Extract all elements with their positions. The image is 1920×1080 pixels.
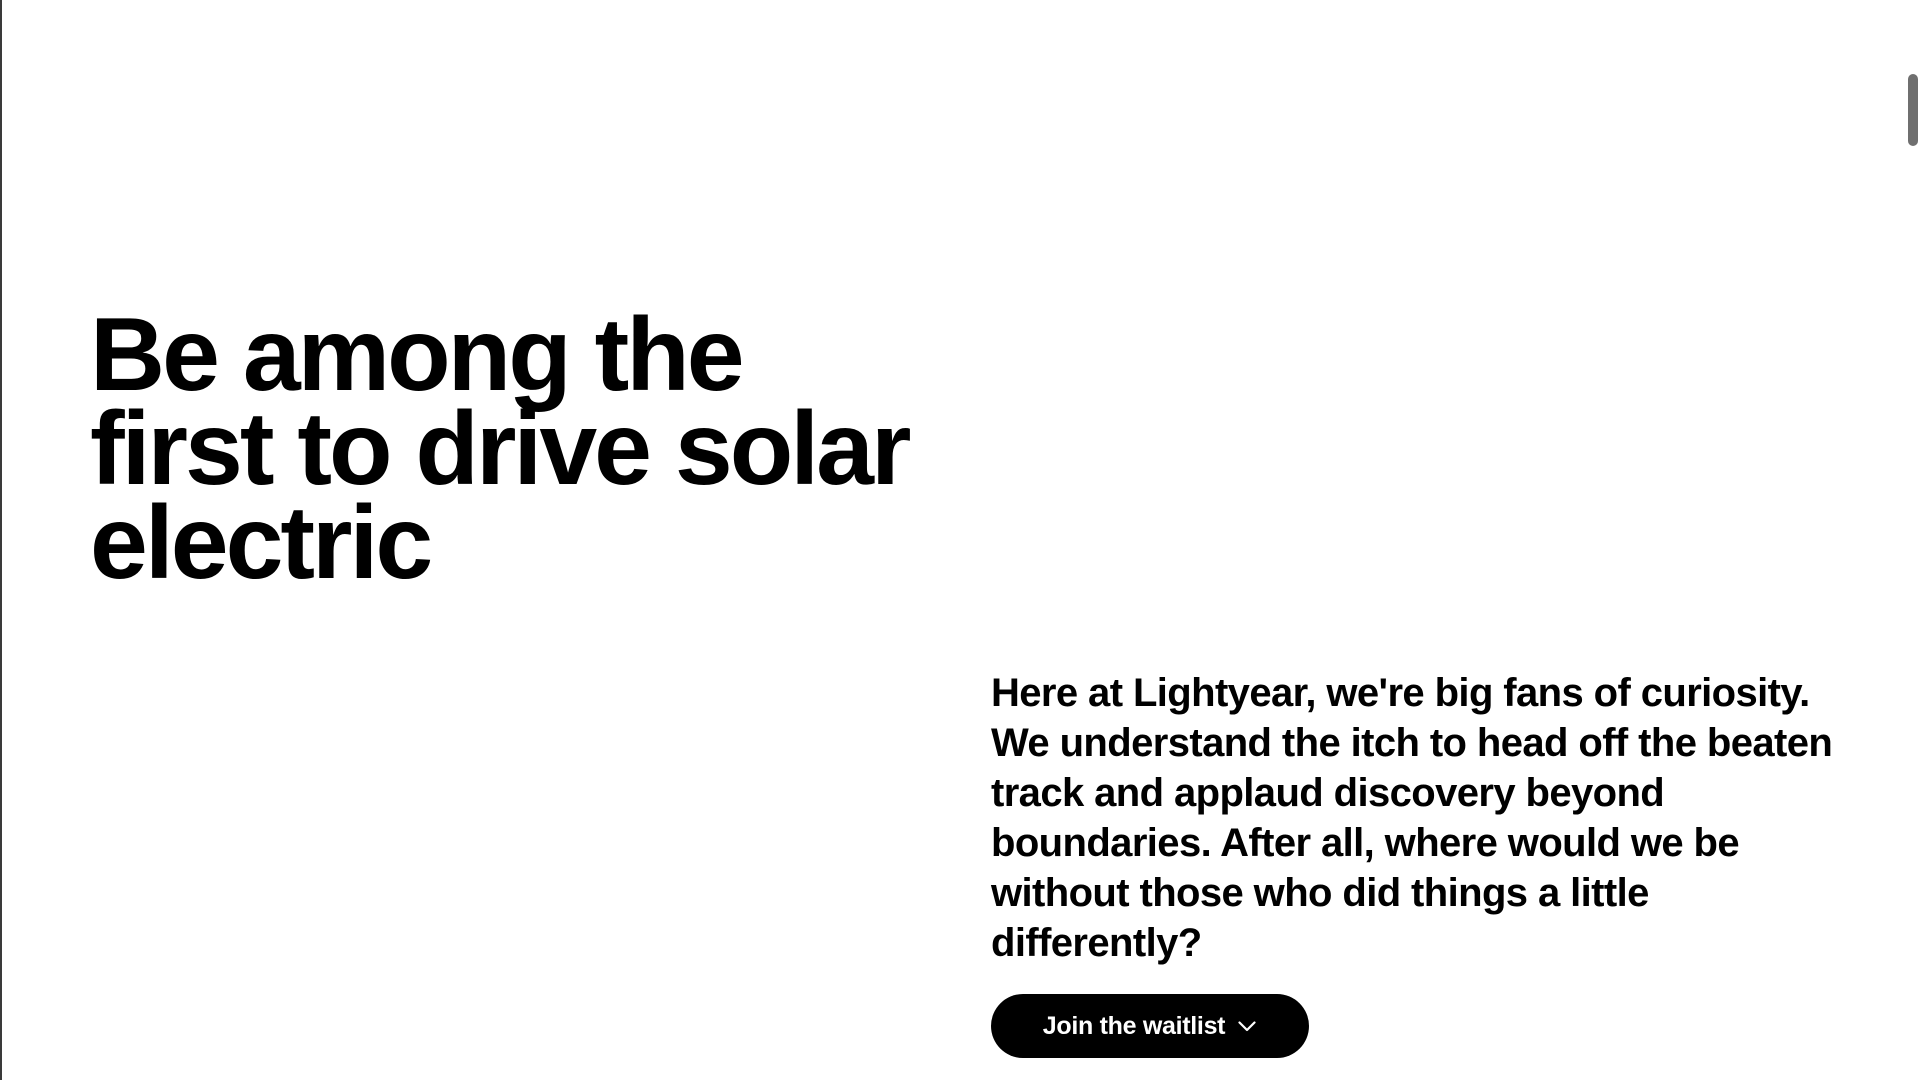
intro-paragraph: Here at Lightyear, we're big fans of cur… <box>991 671 1833 965</box>
headline-line-3: electric <box>90 485 433 601</box>
scrollbar[interactable] <box>1904 0 1920 1080</box>
scrollbar-thumb[interactable] <box>1908 74 1918 146</box>
join-waitlist-button[interactable]: Join the waitlist <box>991 994 1309 1058</box>
join-waitlist-label: Join the waitlist <box>1042 1011 1226 1040</box>
window-edge <box>0 0 2 1080</box>
page: Be among the first to drive solar electr… <box>0 0 1920 1080</box>
headline-line-2: first to drive solar <box>90 391 911 507</box>
hero-headline: Be among the first to drive solar electr… <box>90 297 950 601</box>
chevron-down-icon <box>1237 1019 1257 1033</box>
headline-line-1: Be among the <box>90 297 745 413</box>
